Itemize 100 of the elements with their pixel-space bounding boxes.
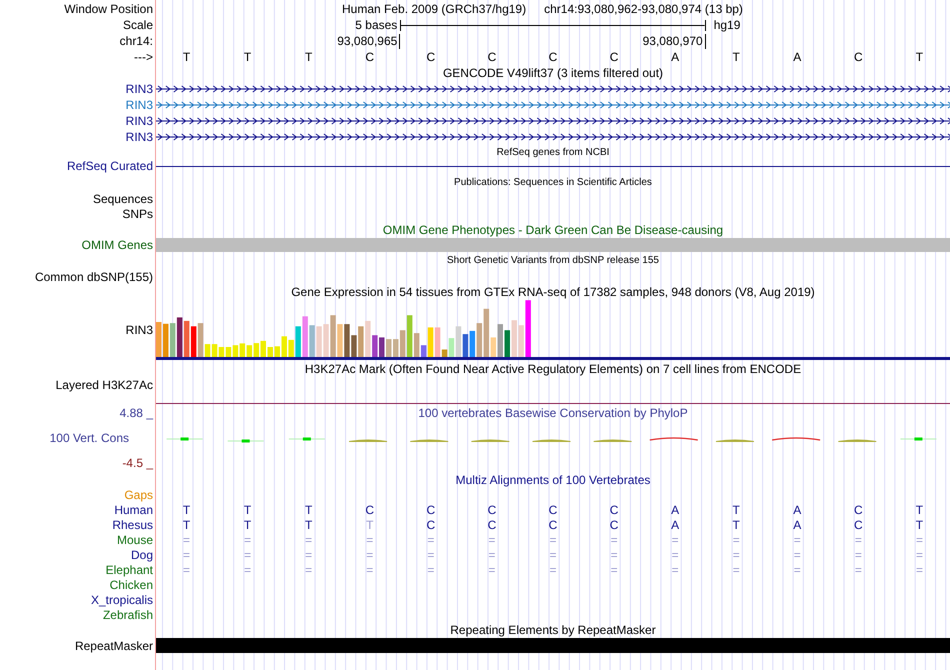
base-letter: C (488, 50, 496, 64)
species-label[interactable]: Elephant (106, 562, 153, 576)
strand-label: ---> (134, 50, 153, 64)
base-letter: T (732, 502, 740, 516)
match-mark: = (427, 548, 434, 562)
track-label: chr14: (120, 34, 153, 48)
base-letter: C (365, 502, 374, 516)
species-label[interactable]: Chicken (110, 578, 153, 592)
track-title: Short Genetic Variants from dbSNP release 155 (446, 255, 660, 266)
base-letter: T (182, 502, 190, 516)
gene-label[interactable]: RIN3 (126, 98, 153, 112)
match-mark: = (244, 532, 252, 546)
species-label[interactable]: Human (114, 502, 153, 516)
axis-max-label: 4.88 _ (120, 406, 153, 420)
base-letter: C (610, 518, 618, 532)
track-label[interactable]: 100 Vert. Cons (50, 431, 129, 445)
match-mark: = (794, 532, 801, 546)
match-mark: = (610, 532, 618, 546)
gene-strand-line[interactable] (156, 134, 950, 140)
species-label[interactable]: Mouse (116, 532, 153, 546)
base-letter: T (244, 518, 252, 532)
match-mark: = (427, 532, 434, 546)
scale-text: 5 bases (355, 18, 398, 32)
match-mark: = (672, 562, 679, 576)
gene-strand-line[interactable] (156, 118, 950, 124)
base-letter: T (916, 50, 924, 64)
base-letter: T (916, 502, 924, 516)
species-label[interactable]: Zebrafish (102, 608, 153, 622)
base-letter: T (916, 518, 924, 532)
base-letter: T (182, 518, 190, 532)
species-label[interactable]: X_tropicalis (90, 592, 153, 606)
track-title: Repeating Elements by RepeatMasker (449, 623, 657, 637)
match-mark: = (732, 562, 740, 576)
match-mark: = (366, 532, 374, 546)
gene-label[interactable]: RIN3 (126, 114, 153, 128)
match-mark: = (366, 548, 374, 562)
match-mark: = (549, 532, 556, 546)
base-letter: A (793, 502, 802, 516)
base-letter: C (854, 502, 863, 516)
match-mark: T (366, 518, 374, 532)
base-letter: A (671, 502, 680, 516)
track-title: GENCODE V49lift37 (3 items filtered out) (442, 66, 664, 80)
base-letter: T (732, 50, 740, 64)
base-letter: T (244, 50, 252, 64)
gene-label[interactable]: RIN3 (126, 130, 153, 144)
base-letter: C (488, 518, 496, 532)
base-letter: T (732, 518, 740, 532)
match-mark: = (244, 562, 252, 576)
base-letter: C (426, 50, 436, 64)
coordinate-label: 93,080,970 (642, 34, 706, 48)
base-letter: T (305, 518, 312, 532)
match-mark: = (610, 548, 618, 562)
gene-label: RIN3 (126, 323, 153, 337)
match-mark: = (794, 548, 801, 562)
match-mark: = (854, 562, 862, 576)
base-letter: C (610, 50, 618, 64)
match-mark: = (549, 562, 556, 576)
track-label: Sequences (92, 192, 153, 206)
species-label[interactable]: Rhesus (112, 518, 153, 532)
track-label[interactable]: RefSeq Curated (66, 159, 153, 173)
base-letter: C (854, 50, 863, 64)
match-mark: = (488, 548, 496, 562)
base-letter: C (854, 518, 863, 532)
base-letter: A (671, 50, 680, 64)
track-label: SNPs (122, 207, 153, 221)
assembly-label: hg19 (712, 18, 740, 32)
base-letter: C (610, 502, 618, 516)
match-mark: = (916, 548, 923, 562)
base-letter: T (305, 50, 312, 64)
match-mark: = (183, 532, 190, 546)
species-label[interactable]: Dog (130, 548, 153, 562)
match-mark: = (427, 562, 434, 576)
match-mark: = (794, 562, 801, 576)
track-label[interactable]: OMIM Genes (82, 238, 153, 252)
track-label[interactable]: RepeatMasker (74, 638, 153, 652)
position-range: chr14:93,080,962-93,080,974 (13 bp) (544, 2, 743, 16)
match-mark: = (305, 562, 312, 576)
match-mark: = (916, 562, 923, 576)
track-title: Gene Expression in 54 tissues from GTEx RNA-seq of 17382 samples, 948 donors (V8, Aug 2019) (290, 285, 816, 299)
track-title: OMIM Gene Phenotypes - Dark Green Can Be Disease-causing (382, 222, 724, 236)
base-letter: C (548, 518, 558, 532)
match-mark: = (549, 548, 556, 562)
match-mark: = (732, 532, 740, 546)
track-label: Layered H3K27Ac (56, 378, 153, 392)
match-mark: = (732, 548, 740, 562)
match-mark: = (366, 562, 374, 576)
match-mark: = (610, 562, 618, 576)
track-label: Window Position (64, 2, 153, 16)
base-letter: T (244, 502, 252, 516)
gene-label[interactable]: RIN3 (126, 82, 153, 96)
match-mark: = (244, 548, 252, 562)
match-mark: = (854, 548, 862, 562)
match-mark: = (305, 548, 312, 562)
match-mark: = (183, 562, 190, 576)
gene-strand-line[interactable] (156, 86, 950, 92)
base-letter: C (426, 502, 436, 516)
track-title: Multiz Alignments of 100 Vertebrates (454, 472, 652, 486)
track-title: RefSeq genes from NCBI (496, 146, 610, 158)
base-letter: C (426, 518, 436, 532)
track-title: Publications: Sequences in Scientific Articles (453, 176, 653, 188)
